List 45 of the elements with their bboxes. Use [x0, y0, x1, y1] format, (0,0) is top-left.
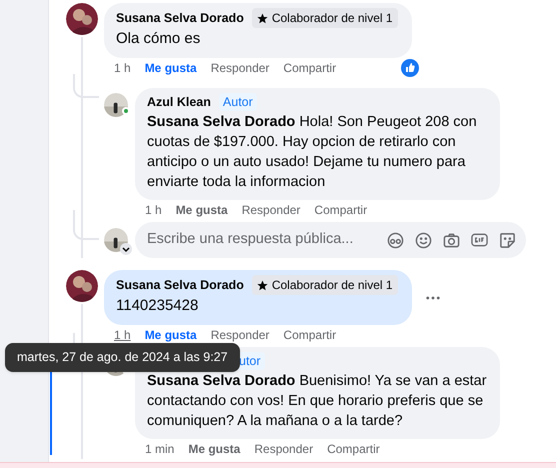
- gif-icon[interactable]: [471, 233, 488, 247]
- reply-button[interactable]: Responder: [210, 59, 270, 77]
- contributor-badge: Colaborador de nivel 1: [252, 275, 398, 295]
- sticker-icon[interactable]: [499, 232, 516, 248]
- comment-text: 1140235428: [116, 296, 200, 316]
- star-icon: [256, 12, 268, 24]
- timestamp-link[interactable]: 1 h: [114, 326, 131, 344]
- author-name[interactable]: Susana Selva Dorado: [116, 8, 244, 28]
- like-button[interactable]: Me gusta: [188, 440, 240, 458]
- date-tooltip: martes, 27 de ago. de 2024 a las 9:27: [5, 343, 240, 372]
- reply-text: Susana Selva Dorado Buenisimo! Ya se van a estar contactando con vos! En que horario preferis que se comuniquen? A la mañana o a la tarde?: [147, 372, 488, 431]
- author-name[interactable]: Susana Selva Dorado: [116, 276, 244, 294]
- camera-icon[interactable]: [443, 232, 460, 248]
- contributor-badge: Colaborador de nivel 1: [252, 8, 398, 28]
- avatar-sticker-icon[interactable]: [387, 232, 404, 248]
- avatar[interactable]: [66, 270, 98, 302]
- chevron-down-icon[interactable]: [120, 243, 132, 255]
- reply-button[interactable]: Responder: [210, 326, 270, 344]
- emoji-icon[interactable]: [415, 232, 432, 248]
- like-reaction-icon[interactable]: [401, 59, 419, 77]
- avatar[interactable]: [104, 228, 128, 252]
- share-button[interactable]: Compartir: [327, 440, 380, 458]
- timestamp-link[interactable]: 1 h: [114, 59, 131, 77]
- like-button[interactable]: Me gusta: [144, 59, 197, 77]
- share-button[interactable]: Compartir: [283, 326, 336, 344]
- like-button[interactable]: Me gusta: [144, 326, 197, 344]
- reply-input[interactable]: Escribe una respuesta pública...: [147, 229, 387, 251]
- share-button[interactable]: Compartir: [314, 201, 368, 219]
- reply-text: Susana Selva Dorado Hola! Son Peugeot 208 con cuotas de $197.000. Hay opcion de retirarlo con anticipo o un auto usado! Dejame tu numero para enviarte toda la informacion: [147, 113, 478, 192]
- reply-button[interactable]: Responder: [254, 440, 314, 458]
- mention-link[interactable]: Susana Selva Dorado: [147, 373, 296, 389]
- timestamp-link[interactable]: 1 min: [145, 440, 174, 458]
- comment-text: Ola cómo es: [116, 29, 202, 49]
- share-button[interactable]: Compartir: [283, 59, 336, 77]
- reply-button[interactable]: Responder: [242, 201, 300, 219]
- more-options-icon[interactable]: [426, 296, 440, 300]
- mention-link[interactable]: Susana Selva Dorado: [147, 114, 296, 130]
- avatar[interactable]: [66, 3, 98, 35]
- author-name[interactable]: Azul Klean: [147, 92, 211, 112]
- star-icon: [256, 280, 268, 290]
- author-badge: Autor: [218, 92, 257, 112]
- like-button[interactable]: Me gusta: [176, 201, 228, 219]
- timestamp-link[interactable]: 1 h: [145, 201, 162, 219]
- avatar[interactable]: [104, 93, 128, 117]
- reply-input-field[interactable]: Escribe una respuesta pública...: [135, 222, 526, 258]
